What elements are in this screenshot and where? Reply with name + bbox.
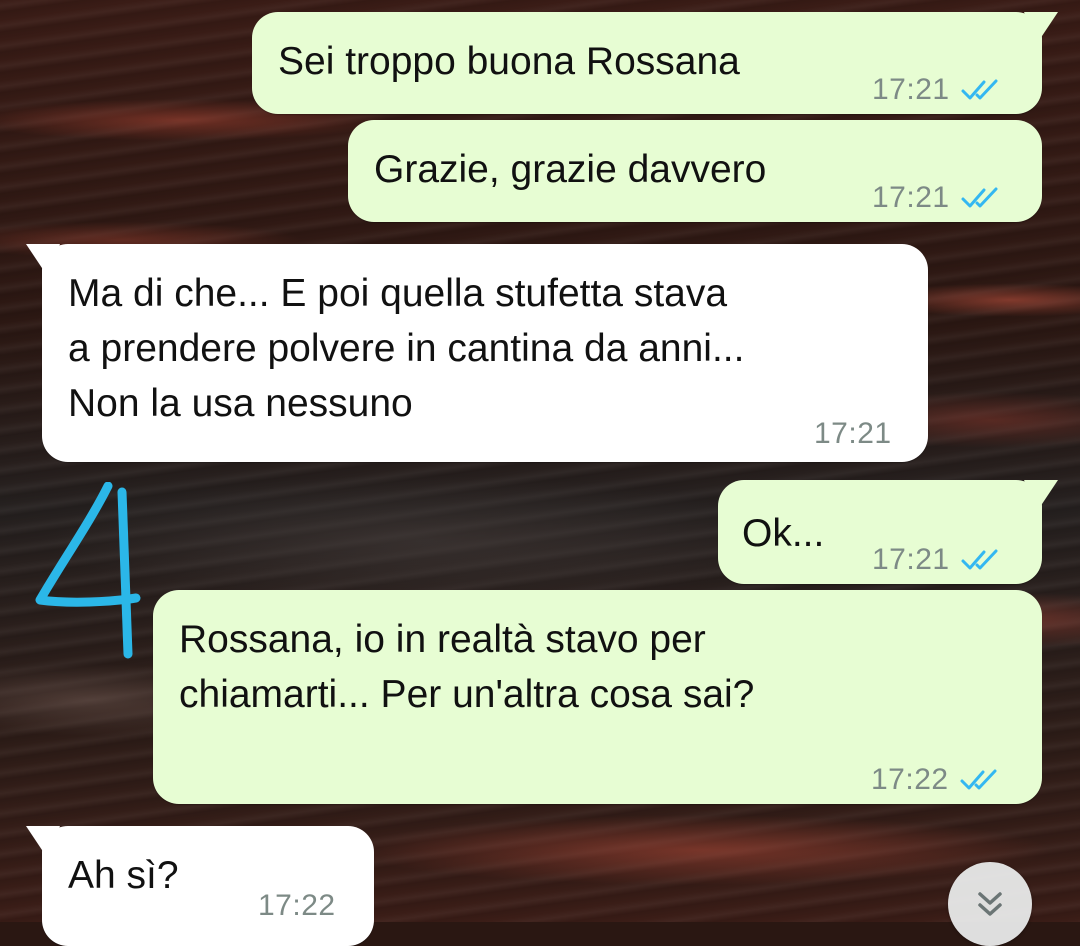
message-time: 17:22 xyxy=(871,763,949,796)
message-bubble-outgoing[interactable]: Ok... 17:21 xyxy=(718,480,1058,587)
message-time: 17:21 xyxy=(814,417,892,450)
message-meta: 17:21 xyxy=(872,62,1004,117)
bubble-tail xyxy=(26,826,60,856)
message-meta: 17:22 xyxy=(258,878,336,933)
message-time: 17:21 xyxy=(872,181,950,214)
bubble-tail xyxy=(1024,12,1058,42)
message-bubble-incoming[interactable]: Ma di che... E poi quella stufetta stava… xyxy=(26,244,928,462)
message-bubble-outgoing[interactable]: Grazie, grazie davvero 17:21 xyxy=(348,120,1042,222)
message-meta: 17:21 xyxy=(872,532,1004,587)
double-check-icon xyxy=(961,549,998,569)
message-time: 17:22 xyxy=(258,889,336,922)
double-check-icon xyxy=(961,79,998,99)
handwritten-annotation-mark xyxy=(35,482,141,659)
bubble-tail xyxy=(1024,480,1058,510)
message-bubble-incoming[interactable]: Ah sì? 17:22 xyxy=(26,826,374,946)
message-meta: 17:21 xyxy=(872,170,1004,225)
scroll-to-bottom-button[interactable] xyxy=(948,862,1032,946)
message-bubble-outgoing[interactable]: Rossana, io in realtà stavo per chiamart… xyxy=(153,590,1042,804)
message-bubble-outgoing[interactable]: Sei troppo buona Rossana 17:21 xyxy=(252,12,1058,117)
bubble-tail xyxy=(26,244,60,274)
message-text: Ah sì? xyxy=(68,854,179,897)
double-check-icon xyxy=(960,769,997,789)
message-text: Ok... xyxy=(742,512,825,555)
message-text: Grazie, grazie davvero xyxy=(374,148,767,191)
message-time: 17:21 xyxy=(872,73,950,106)
message-meta: 17:21 xyxy=(814,406,892,461)
message-meta: 17:22 xyxy=(871,752,1003,807)
message-text: Ma di che... E poi quella stufetta stava… xyxy=(68,272,745,425)
message-text: Sei troppo buona Rossana xyxy=(278,40,740,83)
message-text: Rossana, io in realtà stavo per chiamart… xyxy=(179,618,755,716)
double-chevron-down-icon xyxy=(978,892,1002,916)
double-check-icon xyxy=(961,187,998,207)
message-time: 17:21 xyxy=(872,543,950,576)
